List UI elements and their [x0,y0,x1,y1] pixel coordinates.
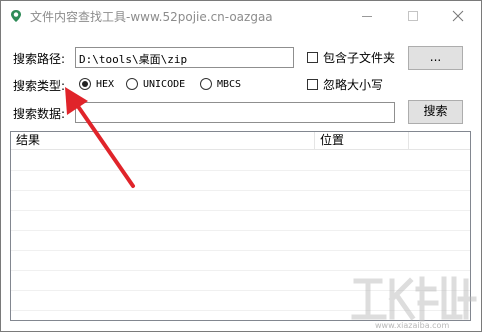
radio-mbcs[interactable] [200,78,212,90]
list-gridline [11,250,470,251]
search-type-label: 搜索类型: [13,79,66,93]
column-filler [409,132,470,149]
column-position[interactable]: 位置 [315,132,409,149]
browse-button-label: ... [429,50,442,64]
radio-mbcs-label[interactable]: MBCS [217,79,241,90]
ignore-case-label[interactable]: 忽略大小写 [323,76,383,93]
close-icon [452,10,464,22]
radio-unicode-label[interactable]: UNICODE [143,79,185,90]
ignore-case-checkbox[interactable] [307,79,318,90]
close-button[interactable] [435,1,481,31]
column-result[interactable]: 结果 [11,132,315,149]
list-gridline [11,210,470,211]
search-button-label: 搜索 [423,104,448,118]
watermark-url: www.xiazaiba.com [375,321,450,330]
search-data-input[interactable] [75,102,395,123]
include-subfolders-label[interactable]: 包含子文件夹 [323,49,395,66]
radio-unicode[interactable] [126,78,138,90]
search-data-label: 搜索数据: [13,107,66,121]
maximize-icon [408,11,418,21]
list-gridline [11,190,470,191]
search-path-input[interactable]: D:\tools\桌面\zip [75,47,294,68]
browse-button[interactable]: ... [408,46,463,70]
results-header: 结果 位置 [11,132,470,150]
search-path-value: D:\tools\桌面\zip [79,53,188,66]
title-bar[interactable]: 文件内容查找工具-www.52pojie.cn-oazgaa [1,1,481,31]
maximize-button[interactable] [390,1,436,31]
minimize-button[interactable] [344,1,390,31]
app-window: 文件内容查找工具-www.52pojie.cn-oazgaa 搜索路径: D:\… [0,0,482,332]
radio-hex-label[interactable]: HEX [96,79,114,90]
include-subfolders-checkbox[interactable] [307,52,318,63]
search-button[interactable]: 搜索 [408,100,463,124]
minimize-icon [362,16,372,17]
window-title: 文件内容查找工具-www.52pojie.cn-oazgaa [30,10,273,24]
radio-hex[interactable] [79,78,91,90]
list-gridline [11,230,470,231]
list-gridline [11,170,470,171]
app-pin-icon [11,10,21,22]
search-path-label: 搜索路径: [13,52,66,66]
